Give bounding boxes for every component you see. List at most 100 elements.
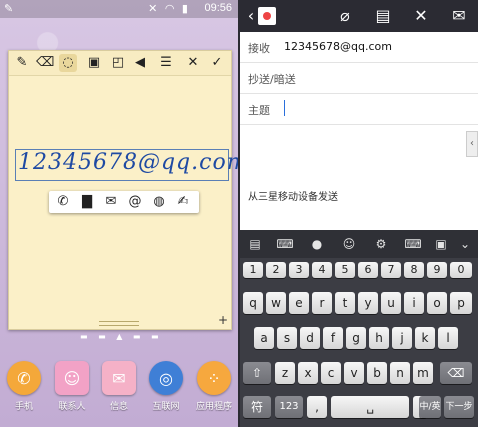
plus-icon[interactable]: + xyxy=(218,313,228,327)
crop-icon[interactable]: ◰ xyxy=(109,54,127,72)
dock: ✆ 手机 ☺ 联系人 ✉ 信息 ◎ 互联网 ⁘ 应用程序 xyxy=(0,355,238,427)
key-4[interactable]: 4 xyxy=(312,262,332,278)
dock-label: 应用程序 xyxy=(195,402,232,412)
num123-key[interactable]: 123 xyxy=(275,396,303,418)
space-key[interactable]: ␣ xyxy=(331,396,409,418)
check-icon[interactable]: ✓ xyxy=(208,54,226,72)
key-l[interactable]: l xyxy=(438,327,458,349)
lasso-select-icon[interactable]: ◌ xyxy=(59,54,77,72)
key-p[interactable]: p xyxy=(450,292,472,314)
key-x[interactable]: x xyxy=(298,362,318,384)
expand-tab-icon[interactable]: ‹ xyxy=(466,131,478,157)
list-icon[interactable]: ☰ xyxy=(157,54,175,72)
collapse-keyboard-icon[interactable]: ⌄ xyxy=(454,235,476,253)
key-r[interactable]: r xyxy=(312,292,332,314)
cc-bcc-field[interactable]: 抄送/暗送 xyxy=(240,63,478,94)
contact-icon[interactable]: ▇ xyxy=(77,193,97,211)
key-w[interactable]: w xyxy=(266,292,286,314)
subject-field[interactable]: 主题 xyxy=(240,94,478,125)
key-n[interactable]: n xyxy=(390,362,410,384)
handwriting-selection[interactable]: 12345678@qq.com xyxy=(15,149,238,181)
key-f[interactable]: f xyxy=(323,327,343,349)
to-field[interactable]: 接收 12345678@qq.com xyxy=(240,32,478,63)
key-u[interactable]: u xyxy=(381,292,401,314)
key-3[interactable]: 3 xyxy=(289,262,309,278)
keyboard-layout-icon[interactable]: ⌨ xyxy=(402,235,424,253)
key-g[interactable]: g xyxy=(346,327,366,349)
key-a[interactable]: a xyxy=(254,327,274,349)
float-icon[interactable]: ▣ xyxy=(430,235,452,253)
status-time: 09:56 xyxy=(204,2,232,14)
key-7[interactable]: 7 xyxy=(381,262,401,278)
key-e[interactable]: e xyxy=(289,292,309,314)
account-avatar-icon[interactable] xyxy=(258,7,276,25)
dock-item-messages[interactable]: ✉ 信息 xyxy=(97,355,141,415)
key-v[interactable]: v xyxy=(344,362,364,384)
backspace-key[interactable]: ⌫ xyxy=(440,362,472,384)
dock-item-apps[interactable]: ⁘ 应用程序 xyxy=(192,355,236,415)
status-icons: ✕ ◠ ▮ xyxy=(148,2,190,15)
settings-icon[interactable]: ⚙ xyxy=(370,235,392,253)
send-icon[interactable]: ✉ xyxy=(448,6,470,26)
key-0[interactable]: 0 xyxy=(450,262,472,278)
key-1[interactable]: 1 xyxy=(243,262,263,278)
email-compose: ‹ ⌀ ▤ ✕ ✉ 接收 12345678@qq.com 抄送/暗送 主题 ‹ … xyxy=(240,0,478,427)
key-s[interactable]: s xyxy=(277,327,297,349)
web-search-icon[interactable]: ◍ xyxy=(149,193,169,211)
key-k[interactable]: k xyxy=(415,327,435,349)
home-screen: ✎ ✕ ◠ ▮ 09:56 ✎ ⌫ ◌ ▣ ◰ ◀ ☰ ✕ ✓ 12345678… xyxy=(0,0,238,427)
pen-tool-icon[interactable]: ✎ xyxy=(13,54,31,72)
dock-item-contacts[interactable]: ☺ 联系人 xyxy=(50,355,94,415)
dock-item-phone[interactable]: ✆ 手机 xyxy=(2,355,46,415)
note-toolbar: ✎ ⌫ ◌ ▣ ◰ ◀ ☰ ✕ ✓ xyxy=(9,51,231,76)
key-y[interactable]: y xyxy=(358,292,378,314)
clipboard-icon[interactable]: ▤ xyxy=(244,235,266,253)
back-circle-icon[interactable]: ◀ xyxy=(131,54,149,72)
key-c[interactable]: c xyxy=(321,362,341,384)
keyboard-toolbar: ▤ ⌨ ● ☺ ⚙ ⌨ ▣ ⌄ xyxy=(240,230,478,258)
key-m[interactable]: m xyxy=(413,362,433,384)
key-5[interactable]: 5 xyxy=(335,262,355,278)
key-z[interactable]: z xyxy=(275,362,295,384)
signature-text: 从三星移动设备发送 xyxy=(248,192,338,203)
key-2[interactable]: 2 xyxy=(266,262,286,278)
keyboard-icon[interactable]: ⌨ xyxy=(274,235,296,253)
subject-label: 主题 xyxy=(248,104,270,117)
key-j[interactable]: j xyxy=(392,327,412,349)
key-d[interactable]: d xyxy=(300,327,320,349)
symbols-key[interactable]: 符 xyxy=(243,396,271,418)
key-9[interactable]: 9 xyxy=(427,262,447,278)
key-b[interactable]: b xyxy=(367,362,387,384)
key-i[interactable]: i xyxy=(404,292,424,314)
dock-item-internet[interactable]: ◎ 互联网 xyxy=(144,355,188,415)
comma-key[interactable]: , xyxy=(307,396,327,418)
next-key[interactable]: 下一步 xyxy=(444,396,474,418)
emoji-icon[interactable]: ☺ xyxy=(338,235,360,253)
key-h[interactable]: h xyxy=(369,327,389,349)
capture-icon[interactable]: ▣ xyxy=(85,54,103,72)
phone-icon[interactable]: ✆ xyxy=(53,193,73,211)
to-value: 12345678@qq.com xyxy=(284,40,392,53)
email-icon[interactable]: ✉ xyxy=(101,193,121,211)
dock-label: 互联网 xyxy=(152,402,180,412)
shift-key[interactable]: ⇧ xyxy=(243,362,271,384)
discard-icon[interactable]: ✕ xyxy=(410,6,432,26)
key-6[interactable]: 6 xyxy=(358,262,378,278)
contacts-app-icon: ☺ xyxy=(55,361,89,395)
eraser-icon[interactable]: ⌫ xyxy=(36,54,54,72)
key-q[interactable]: q xyxy=(243,292,263,314)
lang-key[interactable]: 中/英 xyxy=(419,396,441,418)
memo-icon[interactable]: ✍ xyxy=(173,193,193,211)
close-icon[interactable]: ✕ xyxy=(184,54,202,72)
key-8[interactable]: 8 xyxy=(404,262,424,278)
key-o[interactable]: o xyxy=(427,292,447,314)
at-icon[interactable]: @ xyxy=(125,193,145,211)
messages-app-icon: ✉ xyxy=(102,361,136,395)
to-label: 接收 xyxy=(248,42,270,55)
attach-icon[interactable]: ⌀ xyxy=(334,6,356,26)
key-t[interactable]: t xyxy=(335,292,355,314)
save-icon[interactable]: ▤ xyxy=(372,6,394,26)
sticky-note[interactable]: ✎ ⌫ ◌ ▣ ◰ ◀ ☰ ✕ ✓ 12345678@qq.com ✆ ▇ ✉ … xyxy=(8,50,238,330)
resize-handle[interactable] xyxy=(99,321,139,326)
mic-icon[interactable]: ● xyxy=(306,235,328,253)
